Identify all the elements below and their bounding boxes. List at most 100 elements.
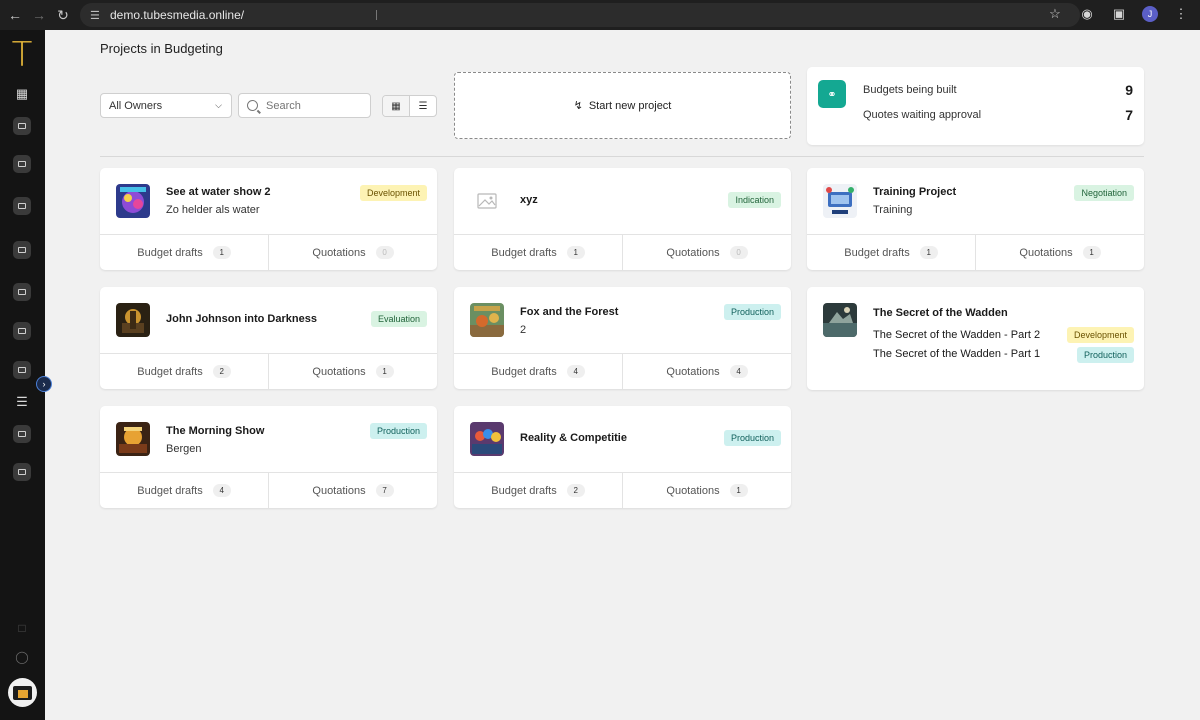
quotations-count: 4 — [729, 365, 748, 378]
budget-drafts-label: Budget drafts — [491, 246, 557, 259]
budget-drafts-count: 1 — [566, 246, 585, 259]
film-icon — [13, 361, 31, 379]
project-thumbnail — [470, 422, 504, 456]
extension-icon[interactable]: ◉ — [1078, 5, 1096, 23]
more-menu-icon[interactable]: ⋮ — [1172, 5, 1190, 23]
project-card[interactable]: xyz Indication Budget drafts 1 Quotations… — [454, 168, 791, 270]
budget-drafts-link[interactable]: Budget drafts 4 — [454, 354, 622, 389]
grid-view-button[interactable]: ▦ — [383, 96, 410, 116]
budget-drafts-link[interactable]: Budget drafts 4 — [100, 473, 268, 508]
quotations-count: 0 — [729, 246, 748, 259]
browser-toolbar: ← → ↻ ☰ demo.tubesmedia.online/ ☆ ◉ ▣ J … — [0, 0, 1200, 30]
chart-icon — [13, 322, 31, 340]
project-title: Reality & Competitie — [520, 432, 627, 444]
quotations-label: Quotations — [666, 365, 720, 378]
sidebar-nav-item-2[interactable] — [11, 153, 33, 175]
text-cursor — [376, 10, 378, 20]
calendar-icon — [13, 283, 31, 301]
start-new-project-button[interactable]: ↯ Start new project — [454, 72, 791, 139]
budget-drafts-link[interactable]: Budget drafts 1 — [807, 235, 975, 270]
reload-icon[interactable]: ↻ — [54, 6, 72, 24]
project-thumbnail — [116, 184, 150, 218]
episode-title[interactable]: The Secret of the Wadden - Part 1 — [873, 348, 1040, 360]
budget-drafts-label: Budget drafts — [844, 246, 910, 259]
link-icon: ⚭ — [818, 80, 846, 108]
list-icon[interactable]: ☰ — [11, 391, 33, 413]
user-avatar[interactable] — [8, 678, 37, 707]
project-title: Fox and the Forest — [520, 306, 619, 318]
project-card[interactable]: The Secret of the Wadden The Secret of t… — [807, 287, 1144, 390]
apps-grid-icon[interactable]: ▦ — [11, 83, 33, 105]
status-badge: Indication — [728, 192, 781, 208]
project-card[interactable]: Reality & Competitie Production Budget d… — [454, 406, 791, 508]
back-icon[interactable]: ← — [6, 6, 24, 24]
site-settings-icon[interactable]: ☰ — [90, 9, 104, 22]
sidebar-nav-item-calendar[interactable] — [11, 281, 33, 303]
quotations-count: 7 — [375, 484, 394, 497]
lightning-icon: ↯ — [573, 100, 583, 112]
sidebar-nav-item-1[interactable] — [11, 115, 33, 137]
sidebar-nav-item-team[interactable] — [11, 461, 33, 483]
project-card[interactable]: Training Project Training Negotiation Bu… — [807, 168, 1144, 270]
project-title: John Johnson into Darkness — [166, 313, 317, 325]
quotations-link[interactable]: Quotations 1 — [975, 235, 1144, 270]
project-title: The Secret of the Wadden — [873, 307, 1008, 319]
bell-icon[interactable]: ◯ — [13, 650, 31, 666]
budget-drafts-link[interactable]: Budget drafts 1 — [454, 235, 622, 270]
app-logo[interactable]: T — [8, 38, 36, 72]
project-card[interactable]: See at water show 2 Zo helder als water … — [100, 168, 437, 270]
profile-avatar[interactable]: J — [1142, 6, 1158, 22]
project-card[interactable]: John Johnson into Darkness Evaluation Bu… — [100, 287, 437, 389]
search-field[interactable] — [238, 93, 371, 118]
chevron-down-icon: ⌵ — [215, 100, 222, 110]
grid-view-icon: ▦ — [391, 100, 401, 112]
budget-drafts-count: 1 — [919, 246, 938, 259]
budget-drafts-count: 4 — [566, 365, 585, 378]
project-title: xyz — [520, 194, 538, 206]
status-badge: Evaluation — [370, 311, 427, 327]
project-card[interactable]: Fox and the Forest 2 Production Budget d… — [454, 287, 791, 389]
quotations-link[interactable]: Quotations 4 — [622, 354, 791, 389]
quotations-label: Quotations — [312, 484, 366, 497]
puzzle-icon[interactable]: ▣ — [1110, 5, 1128, 23]
budget-drafts-count: 4 — [212, 484, 231, 497]
sidebar-nav-item-reports[interactable] — [11, 320, 33, 342]
search-input[interactable] — [266, 99, 361, 112]
sidebar-nav-item-5[interactable] — [11, 359, 33, 381]
book-icon[interactable]: □ — [13, 621, 31, 637]
status-badge: Development — [359, 185, 427, 201]
divider — [100, 156, 1144, 157]
stat-row-budgets: Budgets being built 9 — [863, 82, 1133, 98]
list-view-button[interactable]: ☰ — [410, 96, 436, 116]
quotations-link[interactable]: Quotations 7 — [268, 473, 437, 508]
quotations-link[interactable]: Quotations 0 — [622, 235, 791, 270]
quotations-count: 1 — [375, 365, 394, 378]
budget-drafts-link[interactable]: Budget drafts 2 — [100, 354, 268, 389]
project-subtitle: Training — [873, 204, 913, 216]
owner-filter-select[interactable]: All Owners ⌵ — [100, 93, 232, 118]
episode-title[interactable]: The Secret of the Wadden - Part 2 — [873, 329, 1040, 341]
quotations-link[interactable]: Quotations 1 — [268, 354, 437, 389]
bookmark-star-icon[interactable]: ☆ — [1046, 5, 1064, 23]
quotations-link[interactable]: Quotations 0 — [268, 235, 437, 270]
quotations-label: Quotations — [312, 365, 366, 378]
budget-drafts-link[interactable]: Budget drafts 2 — [454, 473, 622, 508]
quotations-count: 1 — [1082, 246, 1101, 259]
address-bar[interactable]: ☰ demo.tubesmedia.online/ — [80, 3, 1080, 27]
start-new-project-label: Start new project — [588, 99, 672, 112]
quotations-link[interactable]: Quotations 1 — [622, 473, 791, 508]
project-title: See at water show 2 — [166, 186, 271, 198]
budget-drafts-link[interactable]: Budget drafts 1 — [100, 235, 268, 270]
view-toggle: ▦ ☰ — [382, 95, 437, 117]
budget-drafts-label: Budget drafts — [137, 365, 203, 378]
sidebar-nav-item-6[interactable] — [11, 423, 33, 445]
stat-value: 7 — [1125, 107, 1133, 123]
project-card[interactable]: The Morning Show Bergen Production Budge… — [100, 406, 437, 508]
forward-icon[interactable]: → — [30, 6, 48, 24]
quotations-label: Quotations — [666, 246, 720, 259]
quotations-count: 1 — [729, 484, 748, 497]
budget-drafts-label: Budget drafts — [491, 365, 557, 378]
status-badge: Production — [723, 304, 781, 320]
sidebar-nav-item-3[interactable] — [11, 195, 33, 217]
sidebar-nav-item-4[interactable] — [11, 239, 33, 261]
